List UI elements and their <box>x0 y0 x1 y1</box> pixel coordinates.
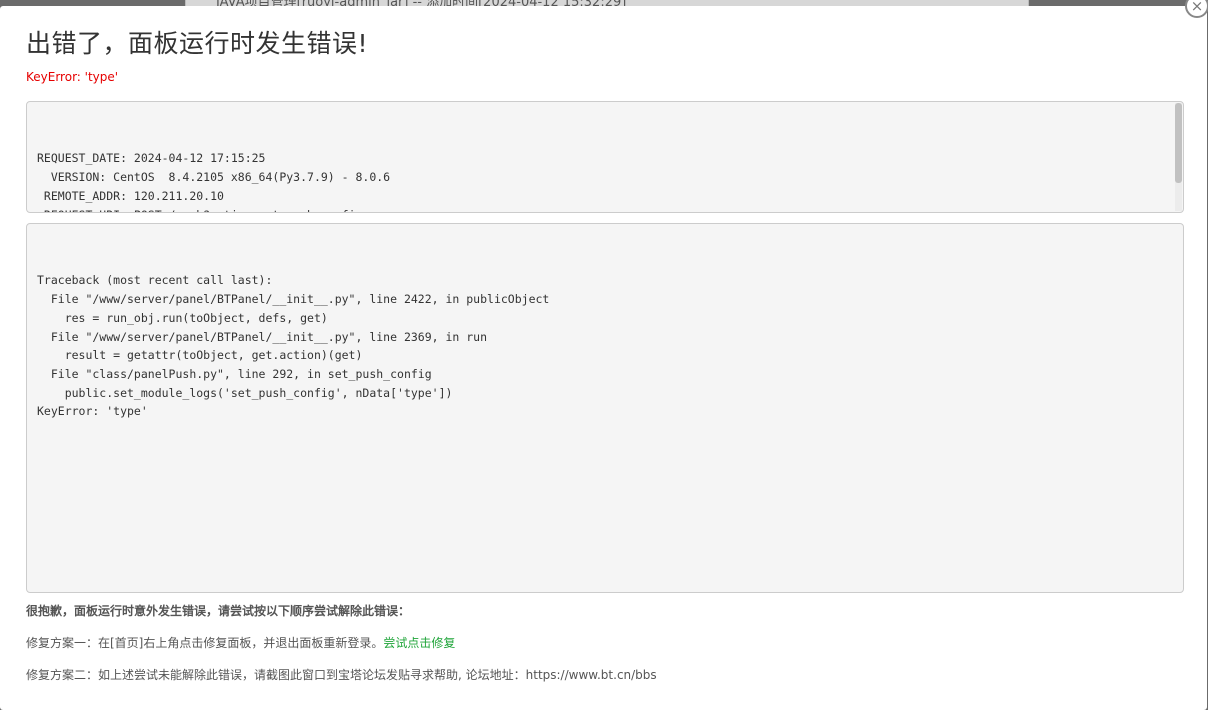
fix-option-2-text: 修复方案二：如上述尝试未能解除此错误，请截图此窗口到宝塔论坛发贴寻求帮助, 论坛… <box>26 668 657 682</box>
fix-option-1-text: 修复方案一：在[首页]右上角点击修复面板，并退出面板重新登录。 <box>26 636 384 650</box>
request-info-scrollbar[interactable] <box>1175 103 1182 211</box>
fix-option-2: 修复方案二：如上述尝试未能解除此错误，请截图此窗口到宝塔论坛发贴寻求帮助, 论坛… <box>26 666 657 683</box>
request-info-box[interactable]: REQUEST_DATE: 2024-04-12 17:15:25 VERSIO… <box>26 101 1184 213</box>
traceback-box: Traceback (most recent call last): File … <box>26 223 1184 593</box>
modal-title: 出错了，面板运行时发生错误! <box>26 29 369 58</box>
scrollbar-thumb[interactable] <box>1175 103 1182 183</box>
traceback-text: Traceback (most recent call last): File … <box>37 273 550 419</box>
try-fix-link[interactable]: 尝试点击修复 <box>383 636 455 650</box>
error-message: KeyError: 'type' <box>26 70 119 84</box>
close-icon[interactable]: × <box>1185 0 1208 18</box>
error-modal: × 出错了，面板运行时发生错误! KeyError: 'type' REQUES… <box>0 0 1208 710</box>
request-info-text: REQUEST_DATE: 2024-04-12 17:15:25 VERSIO… <box>37 151 391 212</box>
help-heading: 很抱歉，面板运行时意外发生错误，请尝试按以下顺序尝试解除此错误： <box>26 604 411 618</box>
fix-option-1: 修复方案一：在[首页]右上角点击修复面板，并退出面板重新登录。尝试点击修复 <box>26 634 455 651</box>
